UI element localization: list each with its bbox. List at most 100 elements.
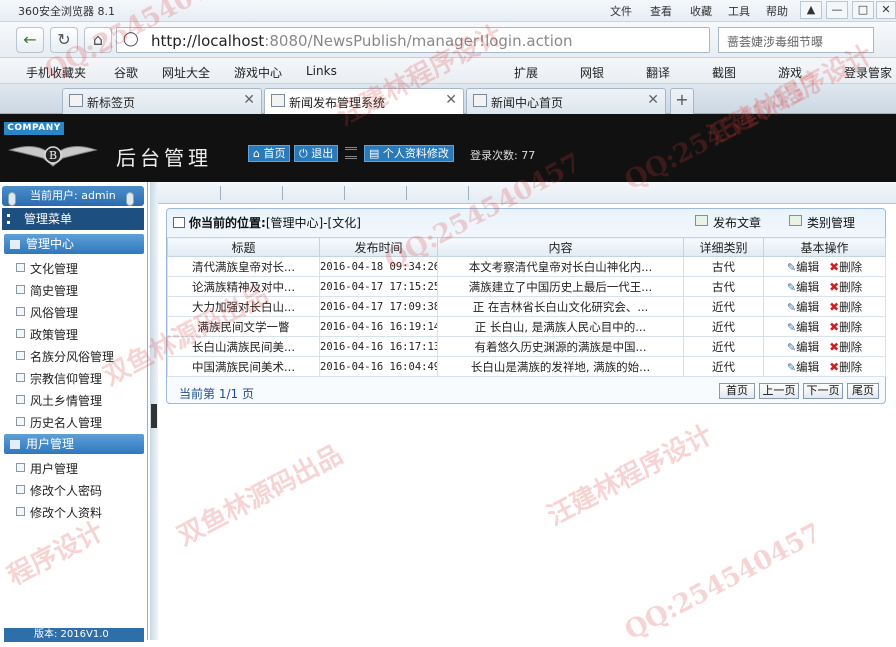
sidebar-item-users[interactable]: 用户管理 (16, 460, 78, 477)
favorites-bar: 手机收藏夹 谷歌 网址大全 游戏中心 Links 扩展 网银 翻译 截图 游戏 … (0, 58, 896, 84)
fav-links[interactable]: Links (306, 64, 337, 78)
sidebar-item-religion[interactable]: 宗教信仰管理 (16, 370, 102, 387)
profile-edit-button[interactable]: ▤ 个人资料修改 (364, 145, 454, 162)
column-header-actions: 基本操作 (763, 237, 886, 257)
close-icon[interactable]: ✕ (445, 92, 457, 108)
fav-google[interactable]: 谷歌 (114, 64, 138, 81)
tab-news-admin[interactable]: 新闻发布管理系统 ✕ (264, 88, 464, 114)
cell-title[interactable]: 清代满族皇帝对长... (167, 256, 320, 277)
maximize-button[interactable]: □ (852, 1, 874, 19)
tool-bank[interactable]: 网银 (580, 64, 604, 81)
column-header-category[interactable]: 详细类别 (683, 237, 764, 257)
sidebar-item-celebrities[interactable]: 历史名人管理 (16, 414, 102, 431)
minimize-button[interactable]: — (826, 1, 848, 19)
close-icon[interactable]: ✕ (647, 92, 659, 108)
category-management-button[interactable]: 类别管理 (789, 214, 855, 231)
menu-help[interactable]: 帮助 (766, 3, 788, 19)
delete-label: 删除 (839, 259, 863, 274)
cell-actions: ✎编辑 ✖删除 (763, 296, 886, 317)
edit-button[interactable]: ✎编辑 (787, 339, 819, 355)
sidebar-item-customs[interactable]: 风俗管理 (16, 304, 78, 321)
sidebar-item-policy[interactable]: 政策管理 (16, 326, 78, 343)
tool-translate[interactable]: 翻译 (646, 64, 670, 81)
doc-icon (16, 373, 25, 382)
menu-view[interactable]: 查看 (650, 3, 672, 19)
tool-screenshot[interactable]: 截图 (712, 64, 736, 81)
edit-label: 编辑 (796, 359, 820, 374)
first-page-button[interactable]: 首页 (719, 383, 755, 399)
column-header-title[interactable]: 标题 (167, 237, 320, 257)
address-bar[interactable]: ◯ http://localhost:8080/NewsPublish/mana… (116, 27, 710, 53)
svg-text:B: B (49, 149, 57, 162)
sidebar-item-local-customs[interactable]: 风土乡情管理 (16, 392, 102, 409)
next-page-button[interactable]: 下一页 (803, 383, 843, 399)
edit-button[interactable]: ✎编辑 (787, 279, 819, 295)
item-label: 文化管理 (30, 262, 79, 276)
fav-games[interactable]: 游戏中心 (234, 64, 282, 81)
sidebar-item-ethnic-customs[interactable]: 名族分风俗管理 (16, 348, 114, 365)
close-button[interactable]: ✕ (876, 1, 896, 19)
breadcrumb-label: 你当前的位置: (189, 216, 266, 230)
item-label: 简史管理 (30, 284, 79, 298)
sidebar-splitter[interactable] (150, 182, 158, 640)
prev-page-button[interactable]: 上一页 (759, 383, 799, 399)
delete-button[interactable]: ✖删除 (829, 319, 862, 335)
doc-icon (16, 351, 25, 360)
last-page-button[interactable]: 尾页 (847, 383, 879, 399)
tool-games[interactable]: 游戏 (778, 64, 802, 81)
edit-button[interactable]: ✎编辑 (787, 299, 819, 315)
tab-new[interactable]: 新标签页 ✕ (62, 88, 262, 114)
edit-button[interactable]: ✎编辑 (787, 259, 819, 275)
refresh-button[interactable]: ↻ (50, 27, 78, 53)
column-header-content[interactable]: 内容 (437, 237, 684, 257)
sidebar-item-change-password[interactable]: 修改个人密码 (16, 482, 102, 499)
cell-title[interactable]: 论满族精神及对中... (167, 276, 320, 297)
sidebar-item-edit-profile[interactable]: 修改个人资料 (16, 504, 102, 521)
tool-login[interactable]: 登录管家 (844, 64, 892, 81)
item-label: 政策管理 (30, 328, 79, 342)
delete-button[interactable]: ✖删除 (829, 259, 862, 275)
section-user-management[interactable]: 用户管理 (4, 434, 144, 454)
collapse-handle-icon[interactable] (151, 404, 157, 428)
back-button[interactable]: ← (16, 27, 44, 53)
shirt-icon[interactable]: ▲ (800, 1, 822, 19)
edit-label: 编辑 (796, 259, 820, 274)
menu-favorites[interactable]: 收藏 (690, 3, 712, 19)
tool-extensions[interactable]: 扩展 (514, 64, 538, 81)
fav-sites[interactable]: 网址大全 (162, 64, 210, 81)
home-button[interactable]: ⌂ (84, 27, 112, 53)
doc-icon (16, 329, 25, 338)
publish-article-button[interactable]: 发布文章 (695, 214, 761, 231)
delete-button[interactable]: ✖删除 (829, 339, 862, 355)
cell-content: 正 在吉林省长白山文化研究会、... (437, 296, 684, 317)
sidebar-item-history[interactable]: 简史管理 (16, 282, 78, 299)
cell-title[interactable]: 满族民间文学一瞥 (167, 316, 320, 337)
home-link[interactable]: ⌂ 首页 (248, 145, 291, 162)
sidebar-item-culture[interactable]: 文化管理 (16, 260, 78, 277)
pin-icon (126, 192, 134, 206)
delete-button[interactable]: ✖删除 (829, 299, 862, 315)
delete-button[interactable]: ✖删除 (829, 359, 862, 375)
column-header-time[interactable]: 发布时间 (319, 237, 438, 257)
logout-label: 退出 (311, 147, 334, 160)
cell-title[interactable]: 长白山满族民间美... (167, 336, 320, 357)
profile-label: 个人资料修改 (382, 147, 449, 160)
fav-mobile[interactable]: 手机收藏夹 (26, 64, 86, 81)
edit-button[interactable]: ✎编辑 (787, 359, 819, 375)
logout-button[interactable]: ⏻ 退出 (294, 145, 339, 162)
new-tab-button[interactable]: + (670, 88, 694, 114)
search-box[interactable]: 蔷荟婕涉毒细节曝 (718, 27, 874, 53)
section-admin-center[interactable]: 管理中心 (4, 234, 144, 254)
category-label: 类别管理 (807, 216, 856, 230)
cell-title[interactable]: 大力加强对长白山... (167, 296, 320, 317)
cell-title[interactable]: 中国满族民间美术... (167, 356, 320, 377)
tab-news-home[interactable]: 新闻中心首页 ✕ (466, 88, 666, 114)
edit-button[interactable]: ✎编辑 (787, 319, 819, 335)
close-icon[interactable]: ✕ (243, 92, 255, 108)
menu-file[interactable]: 文件 (610, 3, 632, 19)
watermark: 汪建林程序设计 (542, 419, 718, 532)
menu-tools[interactable]: 工具 (728, 3, 750, 19)
pin-icon (8, 192, 16, 206)
doc-icon (16, 263, 25, 272)
delete-button[interactable]: ✖删除 (829, 279, 862, 295)
